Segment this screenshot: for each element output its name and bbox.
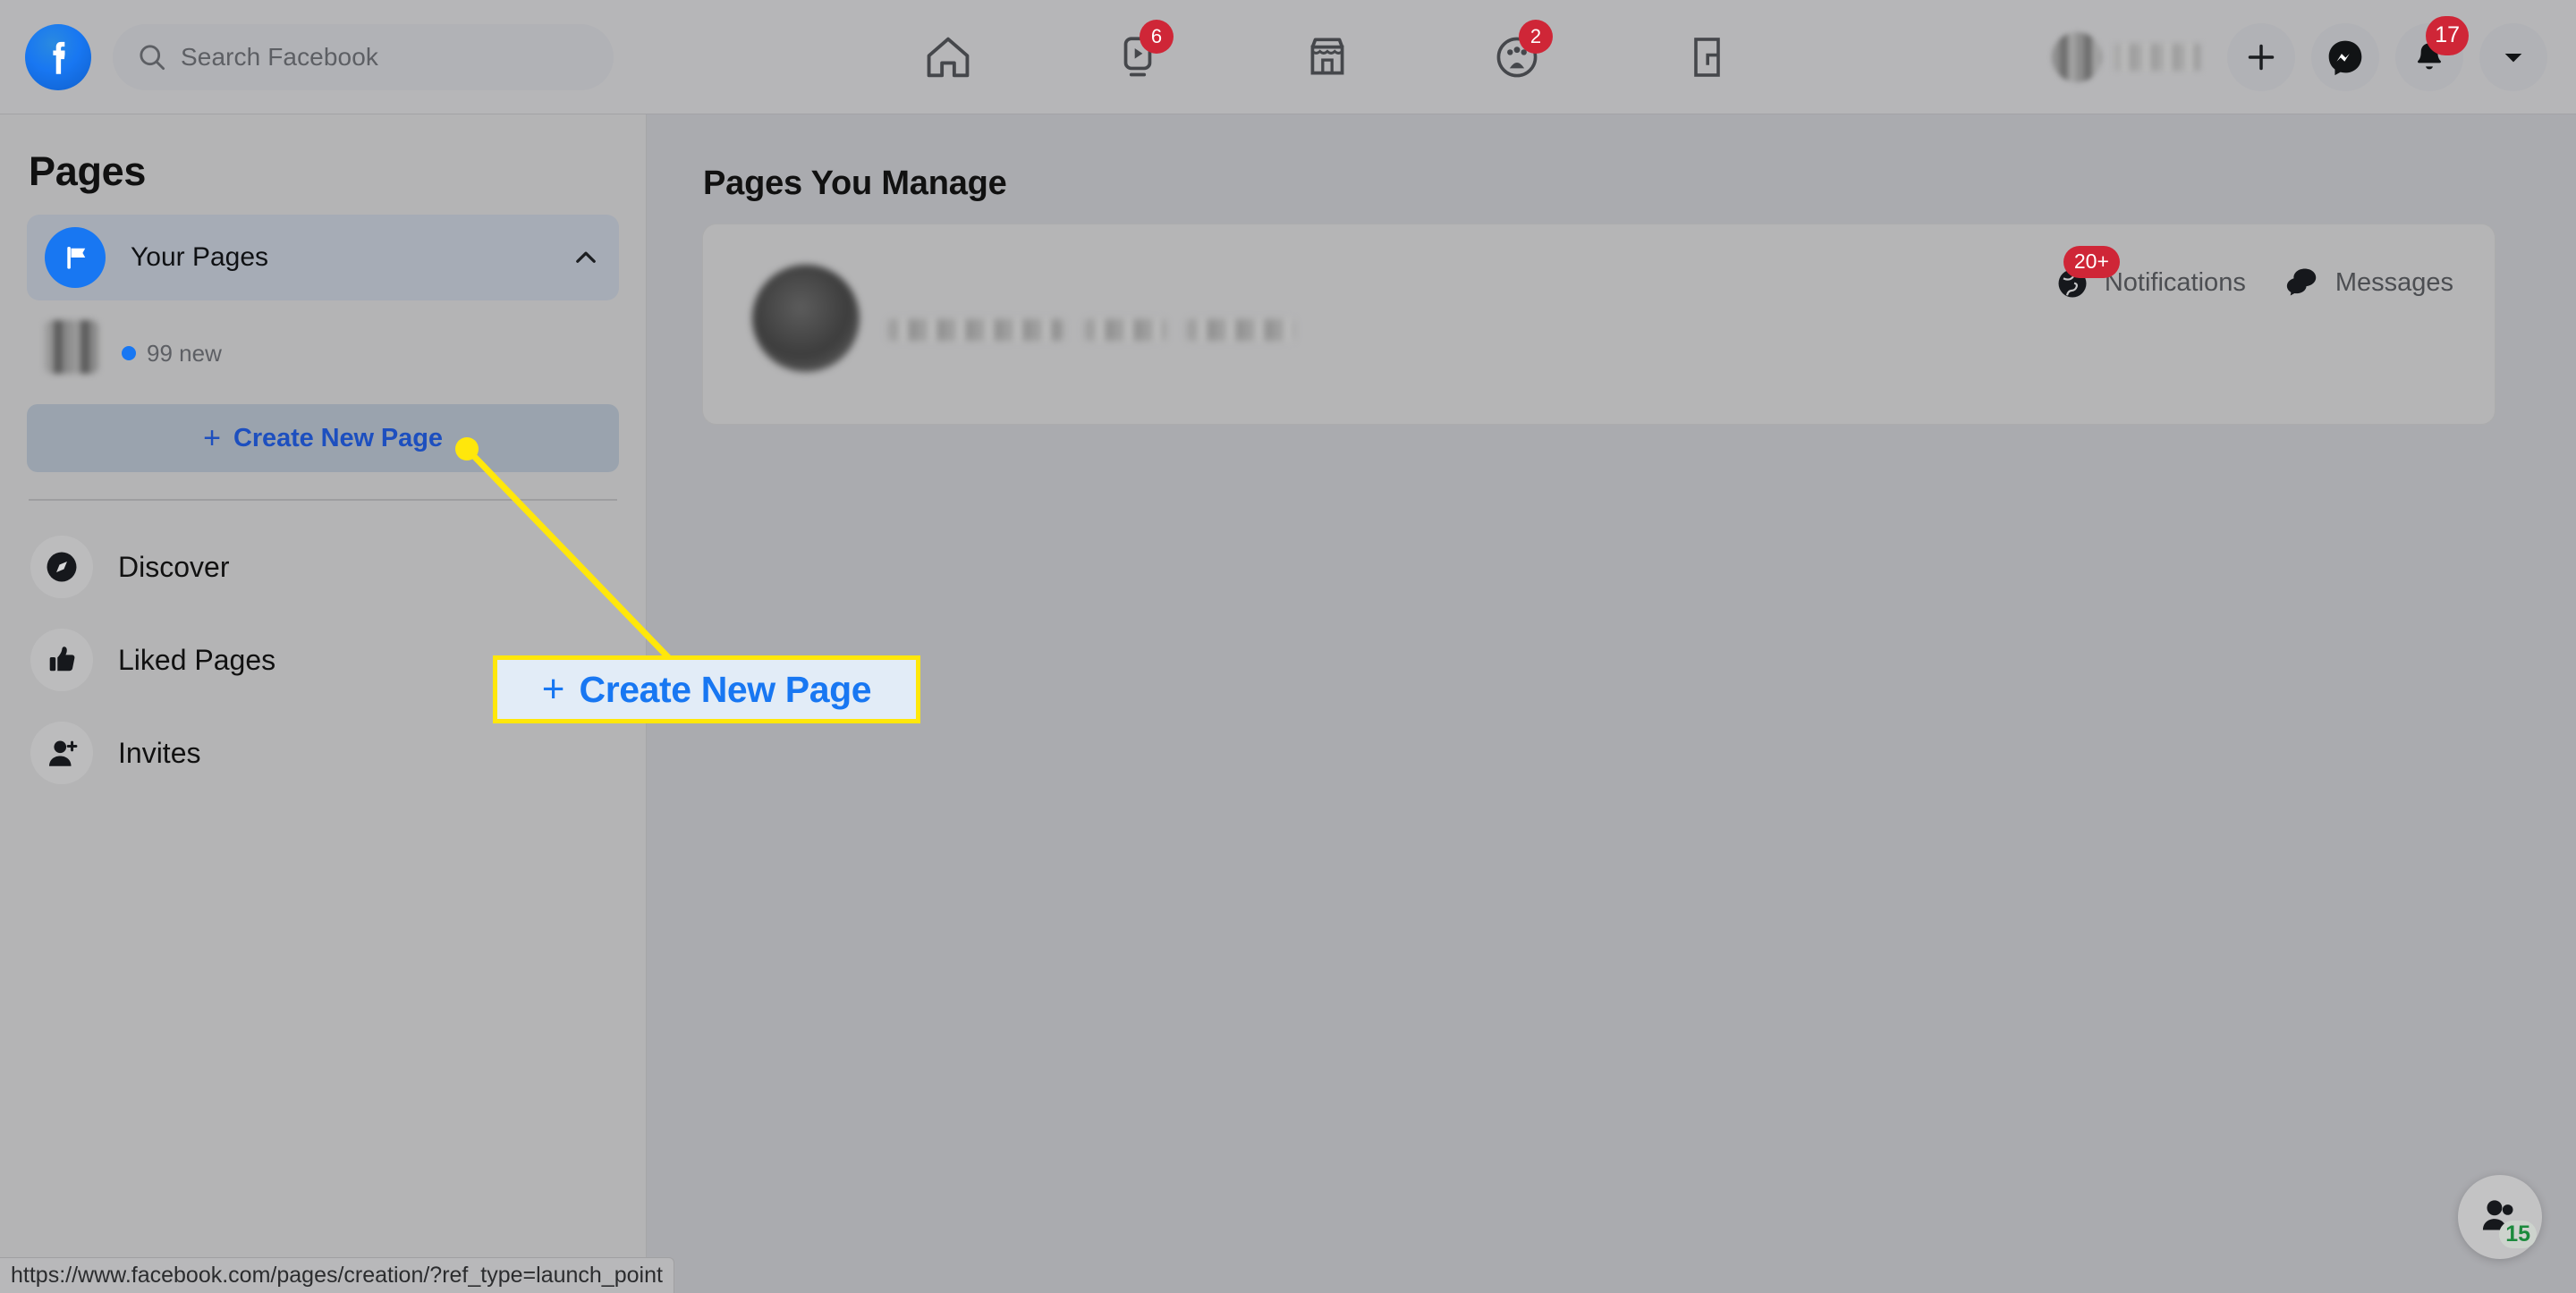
topbar-right-group: 17 [2041,15,2576,91]
top-navigation-bar: Search Facebook 6 2 17 [0,0,2576,114]
account-menu-button[interactable] [2479,22,2547,91]
plus-icon: + [203,421,222,455]
facebook-pages-screen: Search Facebook 6 2 17 Pages Your Pages … [0,0,2576,1293]
nav-gaming-button[interactable] [1612,13,1801,102]
marketplace-icon [1301,31,1353,83]
gaming-icon [1682,32,1732,82]
annotation-callout-label: Create New Page [579,668,872,710]
page-notifications-label: Notifications [2104,268,2246,297]
status-url-text: https://www.facebook.com/pages/creation/… [11,1263,663,1288]
contacts-fab-button[interactable]: 15 [2458,1175,2542,1259]
flag-icon [45,227,106,288]
annotation-callout-create-new-page: + Create New Page [493,655,920,723]
nav-marketplace-button[interactable] [1233,13,1422,102]
page-card-identity [752,265,1294,372]
notifications-button[interactable]: 17 [2395,15,2469,91]
page-card-text [888,296,1294,341]
managed-page-card[interactable]: 20+ Notifications Messages [702,224,2496,425]
create-new-page-button[interactable]: + Create New Page [27,404,619,472]
sidebar-item-label: Discover [118,550,230,583]
plus-icon: + [541,667,565,711]
facebook-logo-icon[interactable] [25,23,91,90]
compass-icon [30,536,93,598]
sidebar-item-discover[interactable]: Discover [27,520,619,613]
sidebar-item-label: Your Pages [131,242,269,272]
main-heading: Pages You Manage [703,165,1007,202]
page-avatar [45,320,98,374]
create-menu-button[interactable] [2227,22,2295,91]
search-input[interactable]: Search Facebook [113,23,614,90]
nav-home-button[interactable] [853,13,1043,102]
page-new-count: 99 new [122,340,222,368]
search-icon [136,41,168,73]
page-card-subtitle-redacted [888,319,1294,341]
messenger-icon [2326,38,2365,77]
nav-groups-button[interactable]: 2 [1422,13,1612,102]
page-notifications-action[interactable]: 20+ Notifications [2055,245,2246,301]
chevron-down-icon [2499,43,2528,72]
create-new-page-label: Create New Page [233,423,443,452]
messages-icon [2284,262,2321,304]
managed-page-list-item[interactable]: 99 new [27,300,619,390]
page-title: Pages [29,148,147,194]
sidebar-divider [29,499,617,501]
new-count-label: 99 new [147,339,222,367]
notifications-badge: 17 [2426,15,2469,55]
page-messages-action[interactable]: Messages [2284,262,2453,304]
video-badge: 6 [1140,19,1174,54]
plus-icon [2243,39,2279,75]
page-notifications-badge: 20+ [2063,245,2120,278]
sidebar-item-label: Invites [118,736,201,769]
status-bar-url: https://www.facebook.com/pages/creation/… [0,1257,674,1293]
sidebar-item-your-pages[interactable]: Your Pages [27,215,619,300]
globe-icon: 20+ [2055,245,2120,301]
groups-badge: 2 [1519,19,1553,54]
topbar-left-group: Search Facebook [0,23,614,90]
account-profile-chip[interactable] [2041,24,2211,90]
sidebar-item-label: Liked Pages [118,643,276,676]
chevron-up-icon[interactable] [571,242,601,273]
page-card-actions: 20+ Notifications Messages [2055,245,2453,304]
person-add-icon [30,722,93,784]
search-placeholder: Search Facebook [181,42,378,71]
avatar [2052,31,2102,82]
page-meta: 99 new [122,327,222,368]
page-card-avatar [752,265,860,372]
contacts-online-badge: 15 [2499,1221,2537,1248]
home-icon [921,30,975,84]
topbar-nav-group: 6 2 [614,13,2041,102]
page-messages-label: Messages [2334,268,2453,297]
account-name-redacted [2114,43,2200,71]
unread-dot-icon [122,346,136,360]
messenger-button[interactable] [2311,22,2379,91]
main-content: Pages You Manage 20+ Notifications Messa… [648,114,2576,1293]
thumbs-up-icon [30,629,93,691]
nav-video-button[interactable]: 6 [1043,13,1233,102]
